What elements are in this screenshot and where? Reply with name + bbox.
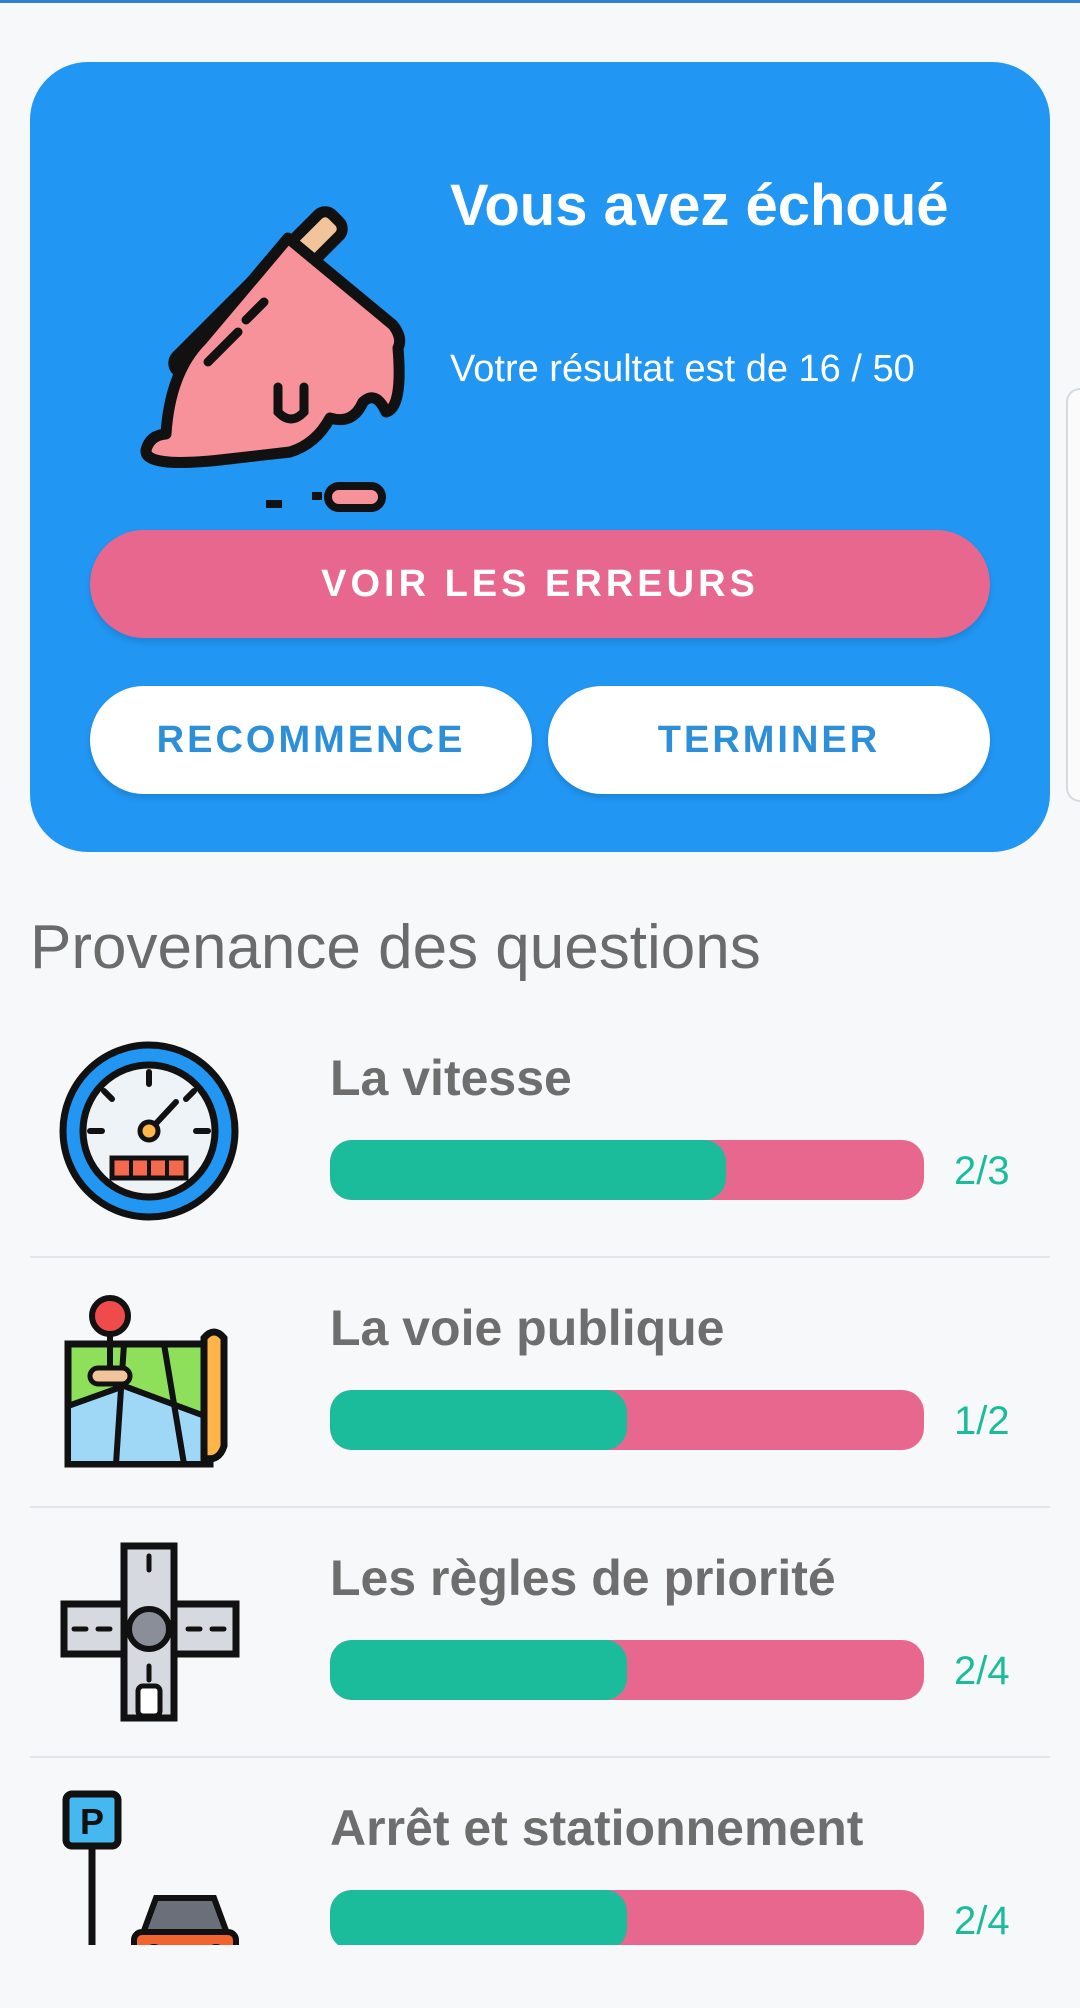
category-row[interactable]: La voie publique 1/2 — [30, 1258, 1050, 1508]
road-map-icon — [64, 1295, 228, 1468]
progress-correct-fill — [330, 1640, 627, 1700]
roundabout-icon — [60, 1542, 240, 1722]
speedometer-icon — [59, 1041, 239, 1221]
category-score: 2/4 — [954, 1649, 1010, 1693]
scroll-clip-area — [0, 1945, 1080, 2007]
progress-correct-fill — [330, 1890, 627, 1950]
category-progress-bar — [330, 1390, 924, 1450]
category-score: 1/2 — [954, 1399, 1010, 1443]
category-row[interactable]: Les règles de priorité 2/4 — [30, 1508, 1050, 1758]
result-score-text: Votre résultat est de 16 / 50 — [450, 348, 915, 390]
category-score: 2/4 — [954, 1899, 1010, 1943]
top-accent-line — [0, 0, 1080, 3]
progress-correct-fill — [330, 1140, 727, 1200]
progress-correct-fill — [330, 1390, 627, 1450]
finish-button[interactable]: TERMINER — [548, 686, 990, 794]
category-progress-bar — [330, 1140, 924, 1200]
melted-ice-cream-icon — [140, 206, 406, 512]
section-title: Provenance des questions — [30, 913, 761, 982]
category-progress-bar — [330, 1890, 924, 1950]
category-name: Les règles de priorité — [330, 1550, 836, 1606]
result-title: Vous avez échoué — [450, 173, 949, 238]
category-name: La vitesse — [330, 1050, 572, 1106]
category-name: La voie publique — [330, 1300, 725, 1356]
category-score: 2/3 — [954, 1149, 1010, 1193]
result-card: Vous avez échoué Votre résultat est de 1… — [30, 62, 1050, 852]
category-name: Arrêt et stationnement — [330, 1800, 864, 1856]
svg-text:P: P — [80, 1801, 104, 1842]
scroll-handle[interactable] — [1066, 388, 1080, 802]
category-progress-bar — [330, 1640, 924, 1700]
category-row[interactable]: La vitesse 2/3 — [30, 1008, 1050, 1258]
restart-button[interactable]: RECOMMENCE — [90, 686, 532, 794]
see-errors-button[interactable]: VOIR LES ERREURS — [90, 530, 990, 638]
